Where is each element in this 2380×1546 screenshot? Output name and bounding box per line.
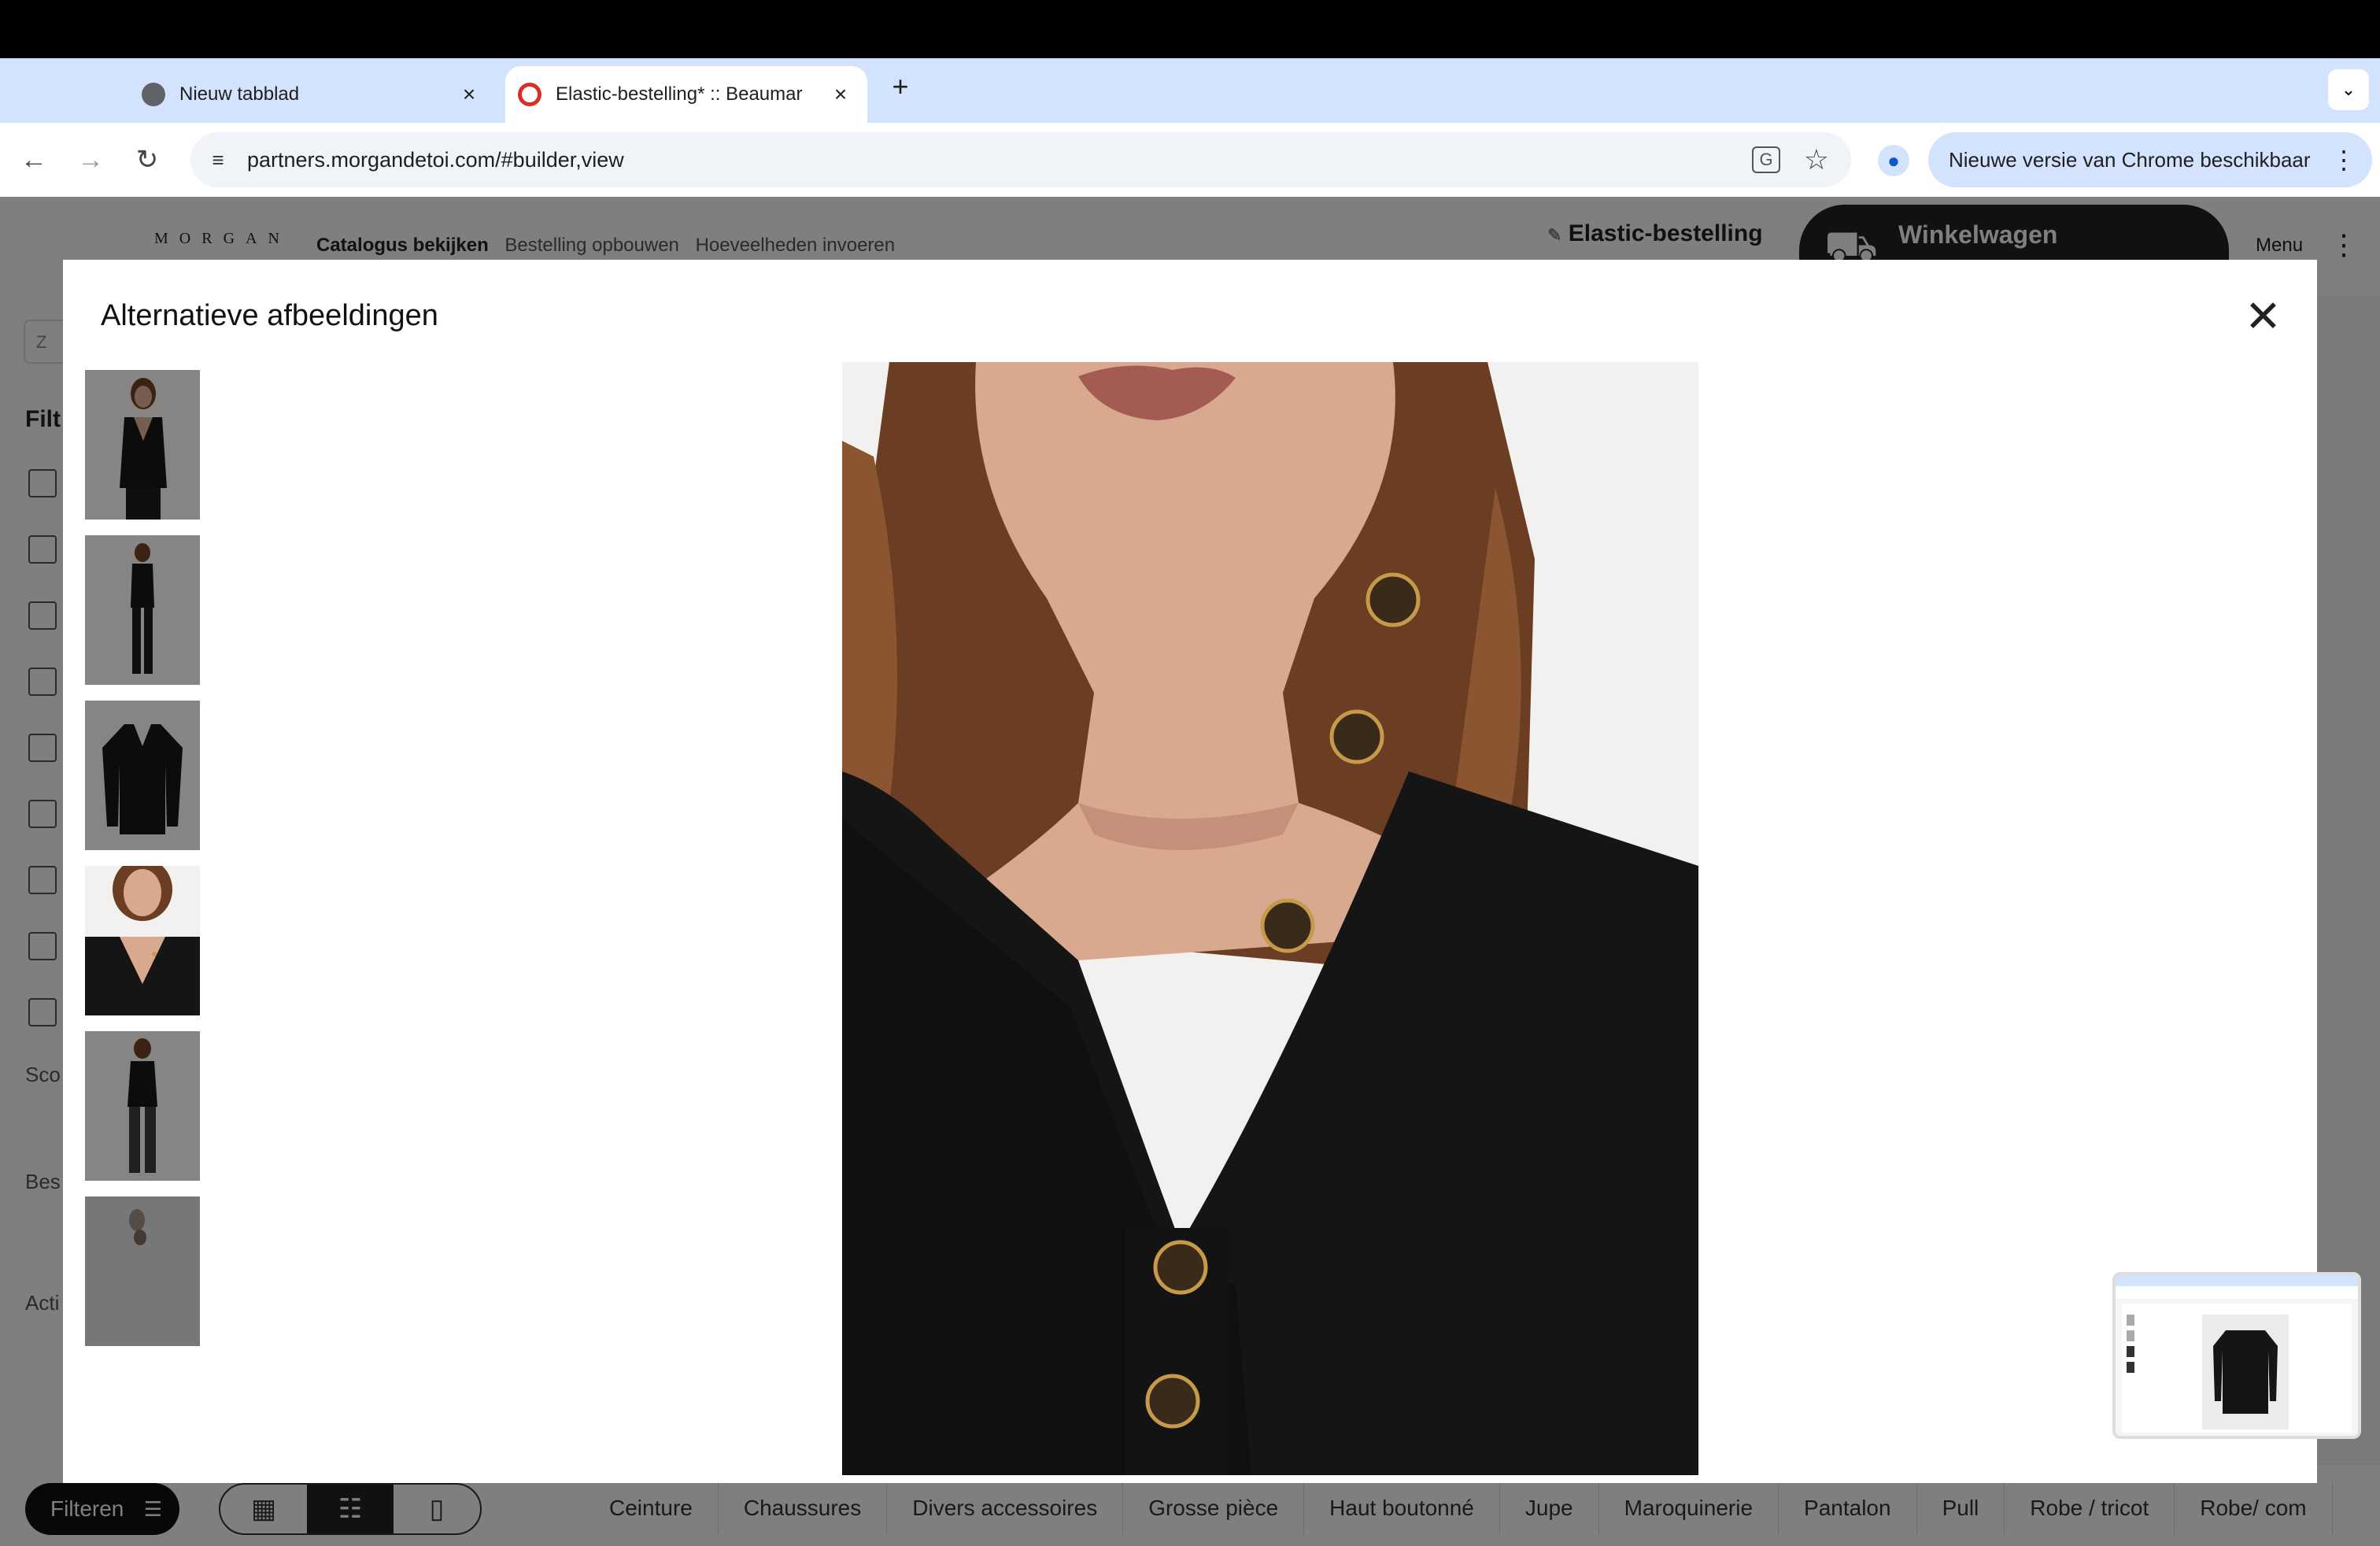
plus-icon[interactable]: +	[886, 72, 915, 101]
model-pose-icon	[85, 1031, 200, 1181]
star-icon[interactable]: ☆	[1804, 143, 1829, 176]
thumbnail-5[interactable]	[85, 1031, 200, 1181]
model-full-body-icon	[85, 370, 200, 520]
person-icon[interactable]: ●	[1878, 145, 1909, 176]
close-tab-icon[interactable]: ×	[456, 82, 482, 107]
screen: Nieuw tabblad × Elastic-bestelling* :: B…	[0, 0, 2380, 1546]
main-product-image	[842, 362, 1698, 1475]
tab-new-tab[interactable]: Nieuw tabblad ×	[126, 66, 496, 123]
chevron-down-icon[interactable]: ⌄	[2328, 69, 2369, 110]
address-bar[interactable]: ≡ partners.morgandetoi.com/#builder,view…	[190, 132, 1851, 187]
thumbnail-2[interactable]	[85, 535, 200, 685]
update-chip-label: Nieuwe versie van Chrome beschikbaar	[1949, 148, 2311, 172]
kebab-menu-icon[interactable]: ⋮	[2331, 132, 2356, 187]
thumbnail-6[interactable]	[85, 1196, 200, 1346]
arrow-right-icon[interactable]: →	[71, 140, 110, 179]
thumbnail-3[interactable]	[85, 701, 200, 850]
thumbnail-list	[85, 370, 201, 1362]
chrome-icon	[142, 83, 165, 106]
tab-strip: Nieuw tabblad × Elastic-bestelling* :: B…	[0, 58, 2380, 123]
screenshot-preview-icon	[2116, 1275, 2358, 1436]
morgan-favicon-icon	[518, 83, 541, 106]
browser-toolbar: ← → ↻ ≡ partners.morgandetoi.com/#builde…	[0, 123, 2380, 197]
url-text[interactable]: partners.morgandetoi.com/#builder,view	[247, 148, 624, 172]
reload-icon[interactable]: ↻	[128, 140, 167, 179]
tab-title: Nieuw tabblad	[179, 83, 300, 105]
chrome-update-chip[interactable]: Nieuwe versie van Chrome beschikbaar ⋮	[1928, 132, 2372, 187]
screen-preview-thumbnail[interactable]	[2112, 1272, 2361, 1439]
tab-title: Elastic-bestelling* :: Beaumar	[556, 83, 803, 105]
product-photo-icon	[842, 362, 1698, 1475]
thumbnail-1[interactable]	[85, 370, 200, 520]
translate-icon[interactable]: G	[1752, 146, 1780, 173]
tune-icon[interactable]: ≡	[205, 146, 231, 173]
thumbnail-4-selected[interactable]	[85, 866, 200, 1015]
arrow-left-icon[interactable]: ←	[14, 140, 54, 179]
model-closeup-icon	[85, 866, 200, 1015]
model-back-view-icon	[85, 535, 200, 685]
close-tab-icon[interactable]: ×	[828, 82, 853, 107]
close-icon[interactable]: ✕	[2245, 294, 2282, 338]
mac-menubar	[0, 0, 2380, 58]
modal-title: Alternatieve afbeeldingen	[101, 299, 438, 332]
sweater-flat-icon	[85, 701, 200, 850]
detail-image-icon	[85, 1196, 200, 1346]
alt-images-modal: Alternatieve afbeeldingen ✕	[63, 260, 2317, 1483]
tab-elastic-order[interactable]: Elastic-bestelling* :: Beaumar ×	[505, 66, 867, 123]
